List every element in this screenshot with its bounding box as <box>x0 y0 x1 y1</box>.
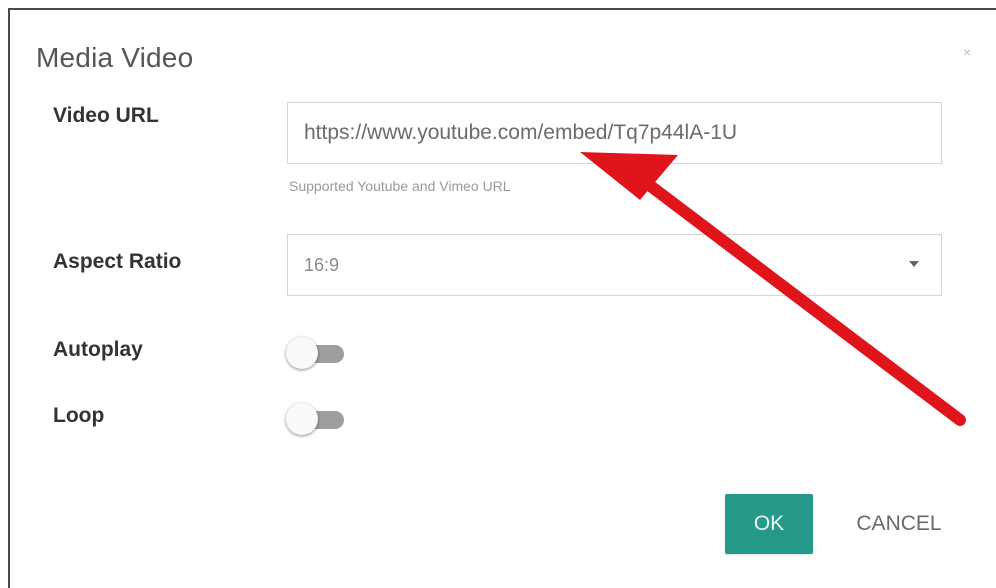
aspect-ratio-select[interactable]: 16:9 <box>287 234 942 296</box>
aspect-ratio-label: Aspect Ratio <box>53 250 182 273</box>
ok-button[interactable]: OK <box>725 494 813 554</box>
close-icon[interactable]: × <box>963 44 971 60</box>
loop-label: Loop <box>53 404 105 427</box>
video-url-hint: Supported Youtube and Vimeo URL <box>289 178 511 194</box>
chevron-down-icon <box>909 261 919 267</box>
toggle-knob <box>286 403 318 435</box>
cancel-button[interactable]: CANCEL <box>836 494 962 554</box>
autoplay-label: Autoplay <box>53 338 143 361</box>
toggle-knob <box>286 337 318 369</box>
video-url-label: Video URL <box>53 104 159 127</box>
dialog-title: Media Video <box>36 42 194 73</box>
autoplay-toggle[interactable] <box>284 336 348 372</box>
aspect-ratio-value: 16:9 <box>304 255 340 275</box>
loop-toggle[interactable] <box>284 402 348 438</box>
video-url-input[interactable] <box>287 102 942 164</box>
